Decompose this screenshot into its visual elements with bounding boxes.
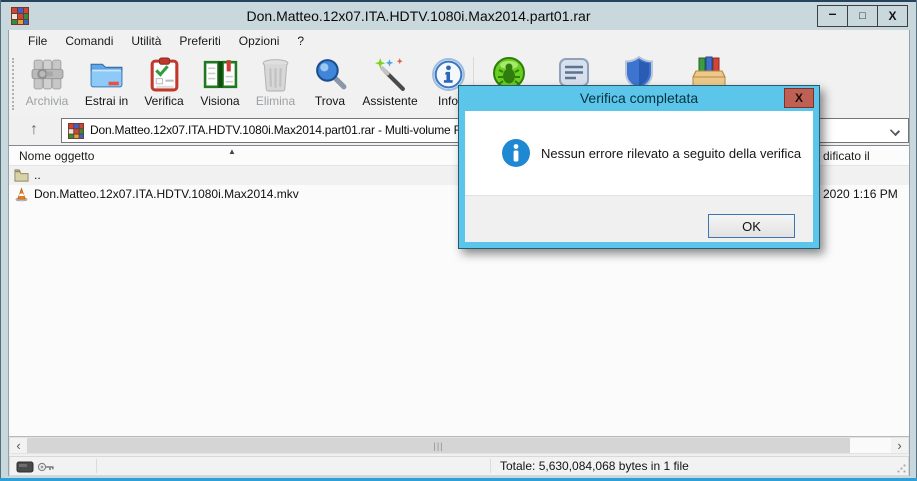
archive-button: Archivia [17,53,77,108]
dialog-title: Verifica completata [579,90,699,106]
menu-utilita[interactable]: Utilità [122,31,170,51]
column-header-modified[interactable]: dificato il [823,146,870,166]
find-magnifier-icon [315,59,346,90]
test-clipboard-icon [150,57,178,92]
minimize-button[interactable]: – [817,5,848,27]
folder-up-icon [14,169,29,182]
disk-status-icon [16,461,34,473]
dialog-footer: OK [465,195,813,242]
maximize-button[interactable]: □ [847,5,878,27]
video-file-cone-icon [15,187,28,202]
menu-preferiti[interactable]: Preferiti [170,31,229,51]
menubar: File Comandi Utilità Preferiti Opzioni ? [9,30,909,52]
delete-button: Elimina [248,53,303,108]
close-x-icon: X [794,91,803,105]
winrar-logo-icon [11,7,29,25]
statusbar-divider [490,459,491,473]
up-arrow-icon: ↑ [30,120,38,138]
wizard-button[interactable]: Assistente [357,53,423,108]
delete-trash-icon [262,59,289,92]
key-status-icon [37,462,54,472]
find-button[interactable]: Trova [303,53,357,108]
resize-grip[interactable] [897,464,906,473]
statusbar: Totale: 5,630,084,068 bytes in 1 file [9,456,909,476]
menu-file[interactable]: File [19,31,56,51]
menu-help[interactable]: ? [288,31,313,51]
info-label: Info [437,94,458,108]
scroll-right-icon[interactable]: › [891,438,908,453]
test-label: Verifica [144,94,184,108]
toolbar-buttons: Archivia Estrai in Verifica Visiona Elim… [17,53,473,108]
view-book-icon [203,60,237,89]
extract-folder-icon [90,63,123,88]
scrollbar-grip-icon: ||| [433,440,444,451]
item-name: .. [34,168,41,182]
item-modified-date: 2020 1:16 PM [823,187,898,201]
extract-label: Estrai in [84,94,129,108]
archive-label: Archivia [25,94,69,108]
scroll-left-icon[interactable]: ‹ [10,438,27,453]
menu-opzioni[interactable]: Opzioni [230,31,289,51]
window-border-left [0,0,1,481]
dropdown-chevron-icon[interactable] [889,125,901,137]
statusbar-divider [96,459,97,473]
titlebar[interactable]: Don.Matteo.12x07.ITA.HDTV.1080i.Max2014.… [1,2,916,30]
column-header-name[interactable]: Nome oggetto [19,146,94,166]
dialog-message: Nessun errore rilevato a seguito della v… [541,145,802,161]
wizard-wand-icon [374,58,405,91]
scrollbar-thumb[interactable]: ||| [27,438,850,453]
winrar-window: Don.Matteo.12x07.ITA.HDTV.1080i.Max2014.… [0,0,917,481]
window-title: Don.Matteo.12x07.ITA.HDTV.1080i.Max2014.… [246,8,591,24]
wizard-label: Assistente [362,94,418,108]
archive-icon [31,59,63,90]
sort-ascending-icon: ▲ [228,147,236,156]
up-directory-button[interactable]: ↑ [17,117,51,142]
ok-button[interactable]: OK [708,214,795,238]
close-button[interactable]: X [877,5,908,27]
verify-complete-dialog: Verifica completata X Nessun errore rile… [458,85,820,249]
dialog-close-button[interactable]: X [784,88,814,108]
find-label: Trova [314,94,346,108]
menu-comandi[interactable]: Comandi [56,31,122,51]
view-button[interactable]: Visiona [192,53,248,108]
view-label: Visiona [200,94,240,108]
info-circle-icon [502,139,530,167]
item-name: Don.Matteo.12x07.ITA.HDTV.1080i.Max2014.… [34,187,299,201]
horizontal-scrollbar[interactable]: ‹ ||| › [9,437,909,454]
test-button[interactable]: Verifica [136,53,192,108]
winrar-small-icon [68,123,84,139]
dialog-body: Nessun errore rilevato a seguito della v… [465,111,813,195]
window-controls: – □ X [817,5,908,27]
toolbar-drag-handle[interactable] [12,58,15,110]
delete-label: Elimina [255,94,296,108]
statusbar-total: Totale: 5,630,084,068 bytes in 1 file [500,459,689,473]
extract-button[interactable]: Estrai in [77,53,136,108]
